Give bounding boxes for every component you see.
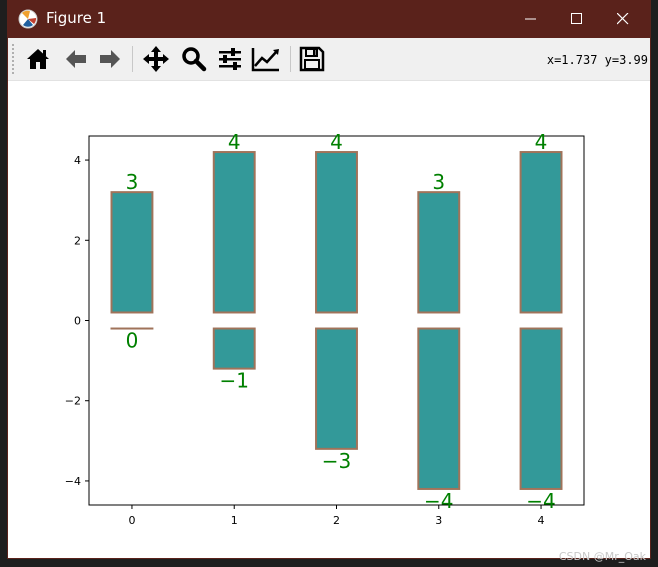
x-tick-label: 3 <box>435 514 442 527</box>
bar-value-label: −4 <box>424 489 453 513</box>
bar <box>417 327 461 490</box>
bar <box>110 191 154 314</box>
bar-value-label: 3 <box>126 170 139 194</box>
x-tick-label: 1 <box>231 514 238 527</box>
bar-value-label: 4 <box>535 130 548 154</box>
minimize-button[interactable] <box>508 0 554 38</box>
y-tick-label: 2 <box>74 234 81 247</box>
app-icon <box>18 9 38 29</box>
bar <box>519 151 563 314</box>
subplots-button[interactable] <box>214 43 246 75</box>
watermark: CSDN @Mr_Oak <box>558 550 646 563</box>
home-icon <box>27 49 49 69</box>
forward-arrow-icon <box>100 50 120 68</box>
bar-value-label: 0 <box>126 329 139 353</box>
bar-value-label: −1 <box>219 369 248 393</box>
toolbar-grip[interactable] <box>12 44 16 74</box>
back-arrow-icon <box>66 50 86 68</box>
save-floppy-icon <box>299 46 325 72</box>
forward-button[interactable] <box>94 43 126 75</box>
toolbar-separator <box>132 46 133 72</box>
bar <box>212 327 256 370</box>
bar-value-label: −4 <box>526 489 555 513</box>
y-tick-label: 0 <box>74 315 81 328</box>
y-tick-label: 4 <box>74 154 81 167</box>
x-tick-label: 4 <box>538 514 545 527</box>
bar <box>315 327 358 450</box>
figure-window: Figure 1 x=1.737 y=3.99 −4 −2 0 2 4 0 1 … <box>8 0 650 558</box>
zoom-magnifier-icon <box>182 47 207 72</box>
subplots-config-icon <box>219 48 241 70</box>
pan-button[interactable] <box>140 43 172 75</box>
axes-edit-icon <box>251 48 279 72</box>
bar-value-label: 3 <box>432 170 445 194</box>
figure-canvas[interactable]: −4 −2 0 2 4 0 1 2 3 4 3 4 4 3 4 0 −1 −3 −4 −4 <box>8 81 650 558</box>
window-title: Figure 1 <box>46 9 107 27</box>
bar <box>519 327 563 490</box>
close-icon <box>617 13 629 25</box>
title-bar[interactable]: Figure 1 <box>8 0 650 38</box>
bar <box>417 191 461 314</box>
maximize-button[interactable] <box>554 0 600 38</box>
minimize-icon <box>525 18 536 20</box>
zoom-button[interactable] <box>178 43 210 75</box>
maximize-icon <box>571 13 582 24</box>
pan-move-icon <box>143 46 169 72</box>
close-button[interactable] <box>600 0 646 38</box>
toolbar-separator <box>290 46 291 72</box>
bar-value-label: −3 <box>322 449 351 473</box>
save-button[interactable] <box>296 43 328 75</box>
home-button[interactable] <box>22 43 54 75</box>
bar <box>212 151 256 314</box>
back-button[interactable] <box>60 43 92 75</box>
y-tick-label: −2 <box>65 395 81 408</box>
edit-axes-button[interactable] <box>250 43 282 75</box>
y-tick-label: −4 <box>65 475 81 488</box>
x-tick-label: 0 <box>128 514 135 527</box>
coordinate-readout: x=1.737 y=3.99 <box>546 53 648 67</box>
bar-chart: −4 −2 0 2 4 0 1 2 3 4 3 4 4 3 4 0 −1 −3 −4 −4 <box>65 130 585 527</box>
bar-value-label: 4 <box>228 130 241 154</box>
x-tick-label: 2 <box>333 514 340 527</box>
bar-value-label: 4 <box>330 130 343 154</box>
bar <box>315 151 358 314</box>
